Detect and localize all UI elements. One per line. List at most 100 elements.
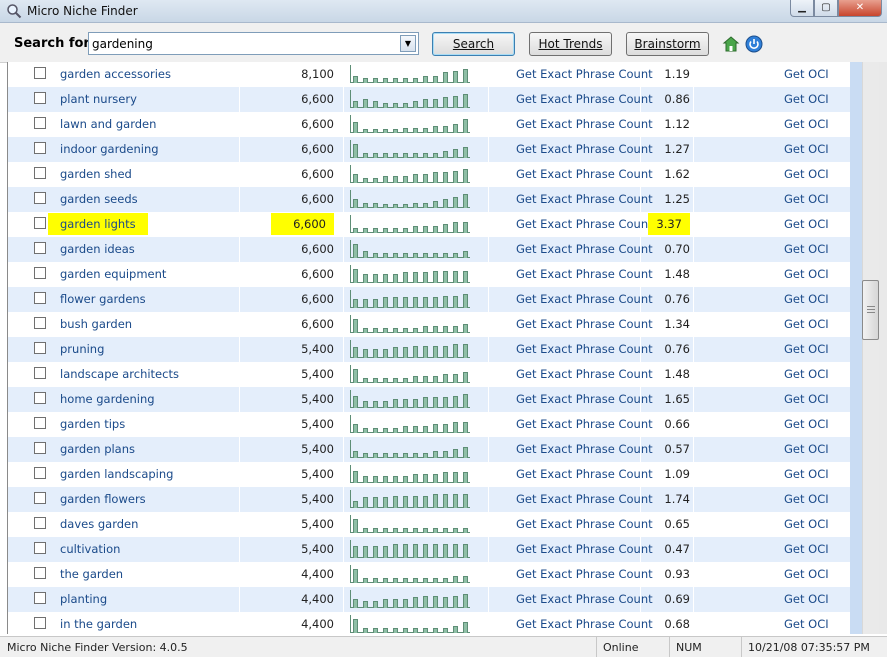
table-row[interactable]: garden equipment 6,600 Get Exact Phrase Co…	[8, 262, 850, 287]
get-oci-link[interactable]: Get OCI	[784, 362, 829, 387]
row-checkbox[interactable]	[34, 217, 46, 229]
get-exact-phrase-count-link[interactable]: Get Exact Phrase Count	[516, 62, 653, 87]
keyword-cell[interactable]: garden seeds	[60, 187, 138, 212]
get-oci-link[interactable]: Get OCI	[784, 412, 829, 437]
table-row[interactable]: garden seeds 6,600 Get Exact Phrase Count 1…	[8, 187, 850, 212]
keyword-cell[interactable]: plant nursery	[60, 87, 137, 112]
get-oci-link[interactable]: Get OCI	[784, 387, 829, 412]
get-exact-phrase-count-link[interactable]: Get Exact Phrase Count	[516, 512, 653, 537]
table-row[interactable]: pruning 5,400 Get Exact Phrase Count 0.76 Ge…	[8, 337, 850, 362]
get-exact-phrase-count-link[interactable]: Get Exact Phrase Count	[516, 87, 653, 112]
table-row[interactable]: flower gardens 6,600 Get Exact Phrase Coun…	[8, 287, 850, 312]
get-oci-link[interactable]: Get OCI	[784, 112, 829, 137]
get-oci-link[interactable]: Get OCI	[784, 512, 829, 537]
get-oci-link[interactable]: Get OCI	[784, 337, 829, 362]
keyword-cell[interactable]: bush garden	[60, 312, 132, 337]
search-input[interactable]	[92, 35, 397, 52]
row-checkbox[interactable]	[34, 367, 46, 379]
search-combo[interactable]: ▼	[88, 32, 419, 55]
keyword-cell[interactable]: pruning	[60, 337, 104, 362]
get-oci-link[interactable]: Get OCI	[784, 137, 829, 162]
row-checkbox[interactable]	[34, 67, 46, 79]
row-checkbox[interactable]	[34, 517, 46, 529]
get-exact-phrase-count-link[interactable]: Get Exact Phrase Count	[516, 562, 653, 587]
table-row[interactable]: cultivation 5,400 Get Exact Phrase Count 0.…	[8, 537, 850, 562]
table-row[interactable]: home gardening 5,400 Get Exact Phrase Coun…	[8, 387, 850, 412]
row-checkbox[interactable]	[34, 117, 46, 129]
scroll-thumb[interactable]	[862, 280, 879, 340]
keyword-cell[interactable]: cultivation	[60, 537, 120, 562]
table-row[interactable]: landscape architects 5,400 Get Exact Phras…	[8, 362, 850, 387]
scrollbar[interactable]	[850, 62, 887, 634]
get-exact-phrase-count-link[interactable]: Get Exact Phrase Count	[516, 262, 653, 287]
keyword-cell[interactable]: garden accessories	[60, 62, 171, 87]
keyword-cell[interactable]: in the garden	[60, 612, 137, 634]
chevron-down-icon[interactable]: ▼	[400, 35, 416, 52]
table-row[interactable]: the garden 4,400 Get Exact Phrase Count 0.9…	[8, 562, 850, 587]
row-checkbox[interactable]	[34, 492, 46, 504]
get-exact-phrase-count-link[interactable]: Get Exact Phrase Count	[516, 487, 653, 512]
keyword-cell[interactable]: garden ideas	[60, 237, 135, 262]
row-checkbox[interactable]	[34, 242, 46, 254]
get-exact-phrase-count-link[interactable]: Get Exact Phrase Count	[516, 612, 653, 634]
table-row[interactable]: garden ideas 6,600 Get Exact Phrase Count 0…	[8, 237, 850, 262]
get-oci-link[interactable]: Get OCI	[784, 487, 829, 512]
table-row[interactable]: garden tips 5,400 Get Exact Phrase Count 0.…	[8, 412, 850, 437]
row-checkbox[interactable]	[34, 342, 46, 354]
keyword-cell[interactable]: garden plans	[60, 437, 135, 462]
keyword-cell[interactable]: indoor gardening	[60, 137, 159, 162]
row-checkbox[interactable]	[34, 442, 46, 454]
get-oci-link[interactable]: Get OCI	[784, 262, 829, 287]
close-button[interactable]: ✕	[838, 0, 882, 17]
row-checkbox[interactable]	[34, 567, 46, 579]
table-row[interactable]: daves garden 5,400 Get Exact Phrase Count 0…	[8, 512, 850, 537]
home-icon[interactable]	[722, 35, 740, 53]
get-oci-link[interactable]: Get OCI	[784, 287, 829, 312]
get-oci-link[interactable]: Get OCI	[784, 237, 829, 262]
minimize-button[interactable]: ▁	[790, 0, 814, 17]
table-row[interactable]: plant nursery 6,600 Get Exact Phrase Count…	[8, 87, 850, 112]
row-checkbox[interactable]	[34, 317, 46, 329]
row-checkbox[interactable]	[34, 267, 46, 279]
keyword-cell[interactable]: planting	[60, 587, 107, 612]
get-exact-phrase-count-link[interactable]: Get Exact Phrase Count	[516, 162, 653, 187]
get-exact-phrase-count-link[interactable]: Get Exact Phrase Count	[516, 387, 653, 412]
get-exact-phrase-count-link[interactable]: Get Exact Phrase Count	[516, 212, 653, 237]
keyword-cell[interactable]: daves garden	[60, 512, 138, 537]
get-exact-phrase-count-link[interactable]: Get Exact Phrase Count	[516, 412, 653, 437]
table-row[interactable]: in the garden 4,400 Get Exact Phrase Count…	[8, 612, 850, 634]
keyword-cell[interactable]: garden landscaping	[60, 462, 173, 487]
table-row[interactable]: planting 4,400 Get Exact Phrase Count 0.69 G…	[8, 587, 850, 612]
keyword-cell[interactable]: the garden	[60, 562, 123, 587]
get-exact-phrase-count-link[interactable]: Get Exact Phrase Count	[516, 537, 653, 562]
table-row[interactable]: garden shed 6,600 Get Exact Phrase Count 1.…	[8, 162, 850, 187]
get-oci-link[interactable]: Get OCI	[784, 587, 829, 612]
get-exact-phrase-count-link[interactable]: Get Exact Phrase Count	[516, 237, 653, 262]
keyword-cell[interactable]: lawn and garden	[60, 112, 156, 137]
get-exact-phrase-count-link[interactable]: Get Exact Phrase Count	[516, 437, 653, 462]
keyword-cell[interactable]: garden tips	[60, 412, 125, 437]
row-checkbox[interactable]	[34, 167, 46, 179]
row-checkbox[interactable]	[34, 592, 46, 604]
row-checkbox[interactable]	[34, 542, 46, 554]
maximize-button[interactable]: ▢	[814, 0, 838, 17]
table-row[interactable]: lawn and garden 6,600 Get Exact Phrase Cou…	[8, 112, 850, 137]
table-row[interactable]: bush garden 6,600 Get Exact Phrase Count 1.…	[8, 312, 850, 337]
get-oci-link[interactable]: Get OCI	[784, 212, 829, 237]
get-oci-link[interactable]: Get OCI	[784, 612, 829, 634]
get-exact-phrase-count-link[interactable]: Get Exact Phrase Count	[516, 287, 653, 312]
row-checkbox[interactable]	[34, 392, 46, 404]
row-checkbox[interactable]	[34, 92, 46, 104]
get-oci-link[interactable]: Get OCI	[784, 187, 829, 212]
keyword-cell[interactable]: garden shed	[60, 162, 132, 187]
get-oci-link[interactable]: Get OCI	[784, 562, 829, 587]
get-oci-link[interactable]: Get OCI	[784, 62, 829, 87]
keyword-cell[interactable]: garden flowers	[60, 487, 146, 512]
table-row[interactable]: garden landscaping 5,400 Get Exact Phrase …	[8, 462, 850, 487]
row-checkbox[interactable]	[34, 192, 46, 204]
get-oci-link[interactable]: Get OCI	[784, 537, 829, 562]
keyword-cell[interactable]: home gardening	[60, 387, 155, 412]
table-row[interactable]: garden flowers 5,400 Get Exact Phrase Coun…	[8, 487, 850, 512]
get-exact-phrase-count-link[interactable]: Get Exact Phrase Count	[516, 587, 653, 612]
scroll-track[interactable]	[862, 62, 879, 634]
